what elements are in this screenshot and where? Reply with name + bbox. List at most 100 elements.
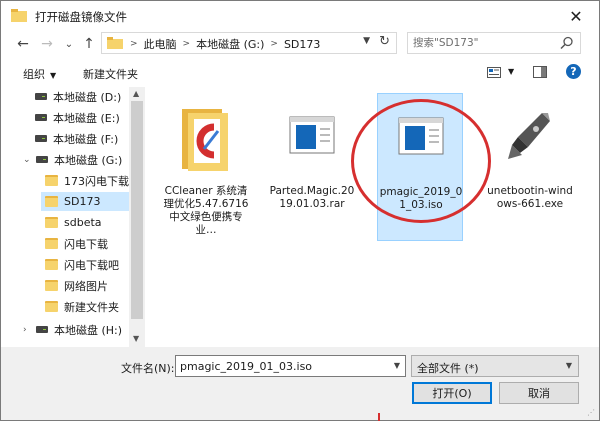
sidebar-item-label: 本地磁盘 (E:)	[53, 111, 120, 125]
breadcrumb-drive-g[interactable]: 本地磁盘 (G:)	[196, 36, 264, 52]
drive-icon	[35, 114, 47, 121]
file-type-select[interactable]: 全部文件 (*) ▼	[411, 355, 579, 377]
back-button[interactable]: ←	[13, 33, 33, 55]
drive-icon	[35, 135, 47, 142]
organize-button[interactable]: 组织 ▼	[23, 66, 56, 82]
open-disk-image-dialog: 打开磁盘镜像文件 ✕ ← → ⌄ ↑ > 此电脑 > 本地磁盘 (G:) > S…	[0, 0, 600, 421]
disk-image-icon	[289, 116, 335, 154]
chevron-down-icon[interactable]: ▼	[394, 361, 400, 370]
breadcrumb-this-pc[interactable]: 此电脑	[144, 36, 177, 52]
window-title: 打开磁盘镜像文件	[35, 10, 127, 24]
ccleaner-folder-icon	[182, 109, 228, 171]
folder-icon	[45, 196, 58, 207]
sidebar-item-label: 本地磁盘 (D:)	[53, 90, 122, 104]
close-button[interactable]: ✕	[553, 1, 599, 31]
file-name: unetbootin-windows-661.exe	[487, 185, 573, 210]
folder-icon	[45, 217, 58, 228]
sidebar-item-web-images[interactable]: 网络图片	[45, 276, 129, 295]
back-arrow-icon: ←	[17, 36, 29, 52]
new-folder-button[interactable]: 新建文件夹	[83, 66, 138, 82]
folder-icon	[45, 238, 58, 249]
sidebar-item-label: sdbeta	[64, 216, 102, 229]
chevron-down-icon: ▼	[565, 361, 572, 370]
chevron-right-icon: >	[182, 39, 191, 49]
address-dropdown-icon[interactable]: ▼	[363, 36, 370, 46]
file-item-pmagic-iso[interactable]: pmagic_2019_01_03.iso	[377, 93, 463, 241]
navigation-bar: ← → ⌄ ↑ > 此电脑 > 本地磁盘 (G:) > SD173 ▼ ↻	[1, 31, 599, 57]
new-folder-label: 新建文件夹	[83, 68, 138, 81]
filename-label: 文件名(N):	[121, 362, 175, 375]
drive-icon	[36, 326, 48, 333]
sidebar-item-flash-download-bar[interactable]: 闪电下载吧	[45, 255, 129, 274]
sidebar-item-label: 闪电下载	[64, 237, 108, 251]
sidebar-item-drive-h[interactable]: › 本地磁盘 (H:)	[23, 320, 146, 339]
file-type-value: 全部文件 (*)	[417, 362, 479, 375]
resize-grip-icon[interactable]: ⋰	[587, 408, 595, 417]
sidebar-item-label: 本地磁盘 (H:)	[54, 323, 123, 337]
sidebar-item-new-folder[interactable]: 新建文件夹	[45, 297, 129, 316]
recent-locations-button[interactable]: ⌄	[59, 33, 79, 55]
dialog-footer: 文件名(N): ▼ 全部文件 (*) ▼ 打开(O) 取消 ⋰	[1, 347, 599, 420]
breadcrumb-sd173[interactable]: SD173	[284, 38, 320, 51]
file-item-parted-magic-rar[interactable]: Parted.Magic.2019.01.03.rar	[269, 93, 355, 241]
sidebar-item-label: 新建文件夹	[64, 300, 119, 314]
sidebar-scrollbar[interactable]: ▲ ▼	[129, 87, 145, 347]
help-icon: ?	[570, 65, 577, 78]
disk-image-icon	[398, 117, 444, 155]
sidebar-item-flash-download[interactable]: 闪电下载	[45, 234, 129, 253]
rocket-icon	[508, 113, 550, 159]
forward-button[interactable]: →	[37, 33, 57, 55]
scroll-down-icon[interactable]: ▼	[133, 334, 139, 343]
sidebar-item-label: SD173	[64, 195, 101, 208]
open-button[interactable]: 打开(O)	[412, 382, 492, 404]
chevron-down-icon[interactable]: ⌄	[23, 155, 31, 165]
command-toolbar: 组织 ▼ 新建文件夹 ▼ ?	[1, 61, 599, 85]
drive-icon	[35, 93, 47, 100]
folder-icon	[45, 175, 58, 186]
scroll-up-icon[interactable]: ▲	[133, 89, 139, 98]
chevron-right-icon[interactable]: ›	[23, 325, 31, 335]
open-button-label: 打开(O)	[432, 387, 472, 400]
folder-app-icon	[11, 9, 27, 22]
sidebar-item-label: 闪电下载吧	[64, 258, 119, 272]
sidebar-item-sd173[interactable]: SD173	[41, 192, 129, 211]
chevron-right-icon: >	[270, 39, 278, 49]
file-item-unetbootin-exe[interactable]: unetbootin-windows-661.exe	[487, 93, 573, 241]
preview-pane-icon[interactable]	[533, 66, 547, 78]
view-options-icon[interactable]	[487, 67, 501, 78]
sidebar-item-label: 本地磁盘 (F:)	[53, 132, 119, 146]
cancel-button[interactable]: 取消	[499, 382, 579, 404]
file-name: pmagic_2019_01_03.iso	[379, 186, 463, 211]
sidebar-item-label: 173闪电下载园	[64, 174, 129, 188]
navigation-pane: 本地磁盘 (D:) 本地磁盘 (E:) 本地磁盘 (F:) ⌄ 本地磁盘 (G:)…	[1, 87, 146, 347]
filename-field[interactable]: ▼	[175, 355, 406, 377]
address-bar[interactable]: > 此电脑 > 本地磁盘 (G:) > SD173 ▼ ↻	[101, 32, 397, 54]
up-button[interactable]: ↑	[79, 33, 99, 55]
help-button[interactable]: ?	[566, 64, 581, 79]
chevron-right-icon: >	[130, 39, 138, 49]
file-name: CCleaner 系统清理优化5.47.6716 中文绿色便携专业…	[163, 185, 249, 236]
sidebar-item-sdbeta[interactable]: sdbeta	[45, 213, 129, 232]
refresh-icon[interactable]: ↻	[379, 34, 390, 49]
search-icon	[560, 36, 573, 50]
file-name: Parted.Magic.2019.01.03.rar	[269, 185, 355, 210]
filename-input[interactable]	[180, 359, 385, 374]
sidebar-item-label: 本地磁盘 (G:)	[54, 153, 123, 167]
file-list: CCleaner 系统清理优化5.47.6716 中文绿色便携专业… Parte…	[149, 87, 599, 347]
organize-label: 组织	[23, 68, 45, 81]
search-box[interactable]	[407, 32, 581, 54]
search-input[interactable]	[413, 35, 558, 51]
title-bar: 打开磁盘镜像文件 ✕	[1, 1, 599, 31]
forward-arrow-icon: →	[41, 36, 53, 52]
caret-down-icon: ▼	[50, 71, 57, 80]
folder-icon	[45, 301, 58, 312]
file-item-ccleaner[interactable]: CCleaner 系统清理优化5.47.6716 中文绿色便携专业…	[163, 93, 249, 241]
up-arrow-icon: ↑	[83, 36, 95, 52]
sidebar-item-label: 网络图片	[64, 279, 108, 293]
sidebar-item-drive-g[interactable]: ⌄ 本地磁盘 (G:)	[23, 150, 146, 169]
cancel-button-label: 取消	[528, 387, 550, 400]
scrollbar-thumb[interactable]	[131, 101, 143, 319]
sidebar-item-173-download[interactable]: 173闪电下载园	[45, 171, 129, 190]
breadcrumb: > 此电脑 > 本地磁盘 (G:) > SD173	[128, 36, 320, 52]
view-caret-icon[interactable]: ▼	[508, 67, 514, 76]
